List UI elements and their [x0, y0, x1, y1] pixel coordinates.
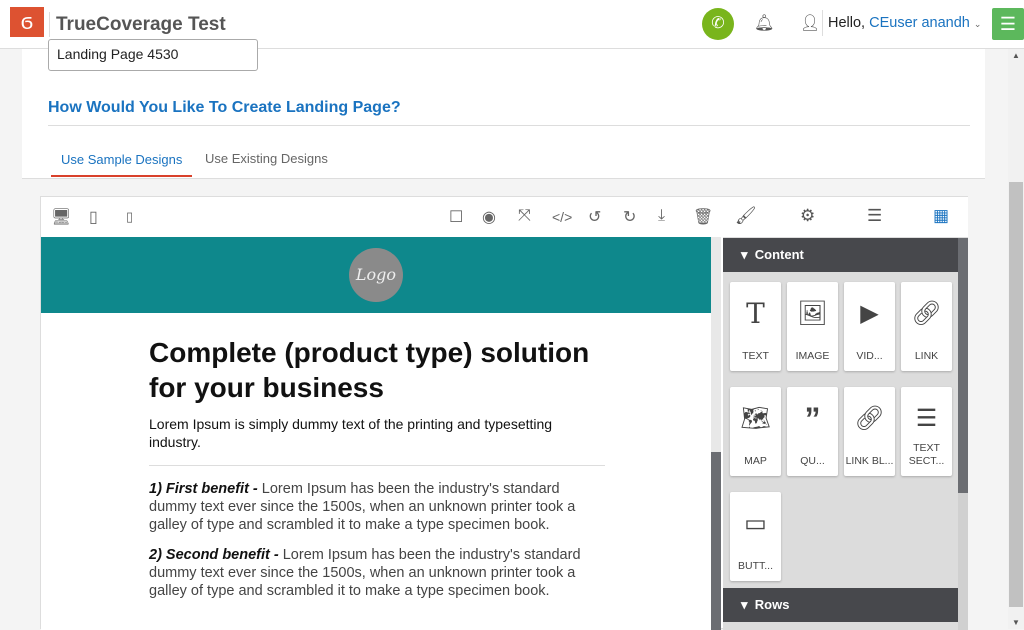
text-icon: T [746, 297, 765, 330]
tab-existing-designs[interactable]: Use Existing Designs [205, 151, 328, 166]
tile-link[interactable]: 🔗︎ LINK [901, 282, 952, 371]
rows-section-header[interactable]: ▾ Rows [723, 588, 958, 622]
user-name: CEuser anandh [869, 15, 970, 31]
checkbox-icon[interactable]: ☐ [449, 207, 463, 227]
editor-toolbar: 🖥︎ ▯ ▯ ☐ ◉ ⤧ </> ↺ ↻ ⤓ 🗑︎ [41, 197, 723, 237]
form-card: Landing Page 4530 How Would You Like To … [22, 39, 985, 179]
rows-icon[interactable]: ☰ [867, 206, 882, 226]
eye-icon[interactable]: ◉ [482, 207, 496, 227]
tile-map[interactable]: 🗺︎ MAP [730, 387, 781, 476]
code-icon[interactable]: </> [552, 209, 572, 225]
fullscreen-icon[interactable]: ⤧ [518, 207, 531, 225]
tile-label: MAP [744, 455, 767, 467]
video-icon: ▶ [860, 300, 879, 327]
tile-video[interactable]: ▶ VID... [844, 282, 895, 371]
mobile-icon[interactable]: ▯ [126, 209, 133, 225]
tile-label: QU... [800, 455, 825, 467]
page-scrollbar[interactable]: ▲ ▼ [1008, 49, 1024, 629]
user-menu[interactable]: Hello, CEuser anandh ⌄ [828, 15, 981, 31]
benefit-title: 1) First benefit - [149, 481, 258, 497]
greeting: Hello, [828, 15, 866, 31]
tile-label: IMAGE [795, 350, 830, 362]
page-name-input[interactable]: Landing Page 4530 [48, 39, 258, 71]
divider [49, 12, 50, 37]
phone-icon[interactable]: ✆ [702, 8, 734, 40]
hamburger-menu-button[interactable]: ☰ [992, 8, 1024, 40]
bell-icon[interactable]: 🔔︎ [754, 13, 774, 33]
tile-label: LINK [914, 350, 939, 362]
content-section-header[interactable]: ▾ Content [723, 238, 958, 272]
section-label: Content [754, 247, 804, 262]
panel-tabs: 🖌︎ ⚙ ☰ ▦ [723, 197, 968, 238]
redo-icon[interactable]: ↻ [623, 207, 636, 227]
tile-text[interactable]: T TEXT [730, 282, 781, 371]
divider [822, 10, 823, 36]
benefit-item: 1) First benefit - Lorem Ipsum has been … [149, 480, 605, 534]
tile-button[interactable]: ▭ BUTT... [730, 492, 781, 581]
section-heading: How Would You Like To Create Landing Pag… [48, 99, 401, 116]
email-editor: 🖥︎ ▯ ▯ ☐ ◉ ⤧ </> ↺ ↻ ⤓ 🗑︎ Logo Complete … [40, 196, 968, 630]
divider [149, 465, 605, 466]
desktop-icon[interactable]: 🖥︎ [51, 207, 71, 227]
tile-quote[interactable]: ” QU... [787, 387, 838, 476]
user-icon: 👤︎ [800, 15, 821, 32]
header-banner: Logo [41, 237, 711, 313]
tile-image[interactable]: 🖼︎ IMAGE [787, 282, 838, 371]
quote-icon: ” [804, 401, 821, 437]
tile-label: LINK BL... [845, 455, 894, 467]
section-label: Rows [754, 597, 790, 612]
tile-label: BUTT... [737, 560, 773, 572]
tablet-icon[interactable]: ▯ [89, 207, 98, 227]
app-logo-icon[interactable]: ϭ [10, 7, 44, 37]
headline: Complete (product type) solution for you… [149, 337, 590, 403]
gear-icon[interactable]: ⚙ [800, 206, 815, 226]
benefit-item: 2) Second benefit - Lorem Ipsum has been… [149, 546, 605, 600]
text-section-icon: ☰ [915, 405, 938, 432]
logo-placeholder: Logo [349, 248, 403, 302]
undo-icon[interactable]: ↺ [588, 207, 601, 227]
button-icon: ▭ [744, 510, 767, 537]
tile-text-section[interactable]: ☰ TEXT SECT... [901, 387, 952, 476]
design-canvas[interactable]: Logo Complete (product type) solution fo… [41, 237, 711, 630]
tile-label: TEXT [742, 350, 769, 362]
brush-icon[interactable]: 🖌︎ [735, 206, 757, 226]
divider [48, 125, 970, 126]
app-title: TrueCoverage Test [56, 14, 226, 35]
image-icon: 🖼︎ [797, 300, 828, 327]
tile-label: TEXT SECT... [908, 442, 945, 467]
benefit-title: 2) Second benefit - [149, 547, 279, 563]
trash-icon[interactable]: 🗑︎ [693, 207, 713, 227]
map-icon: 🗺︎ [740, 405, 771, 432]
tile-link-block[interactable]: 🔗︎ LINK BL... [844, 387, 895, 476]
download-icon[interactable]: ⤓ [658, 207, 665, 225]
chevron-down-icon: ⌄ [973, 19, 982, 29]
tab-sample-designs[interactable]: Use Sample Designs [51, 152, 193, 177]
link-icon: 🔗︎ [911, 300, 942, 327]
blocks-panel: 🖌︎ ⚙ ☰ ▦ ▾ Content T TEXT 🖼︎ IMAGE ▶ VID...… [723, 197, 968, 630]
link-icon: 🔗︎ [854, 405, 885, 432]
intro-text: Lorem Ipsum is simply dummy text of the … [149, 416, 553, 450]
tile-label: VID... [856, 350, 883, 362]
panel-scrollbar[interactable] [958, 238, 968, 630]
content-tiles: T TEXT 🖼︎ IMAGE ▶ VID... 🔗︎ LINK 🗺︎ MAP ” QU..… [723, 272, 958, 588]
grid-icon[interactable]: ▦ [933, 206, 949, 226]
canvas-scrollbar[interactable] [711, 237, 721, 630]
